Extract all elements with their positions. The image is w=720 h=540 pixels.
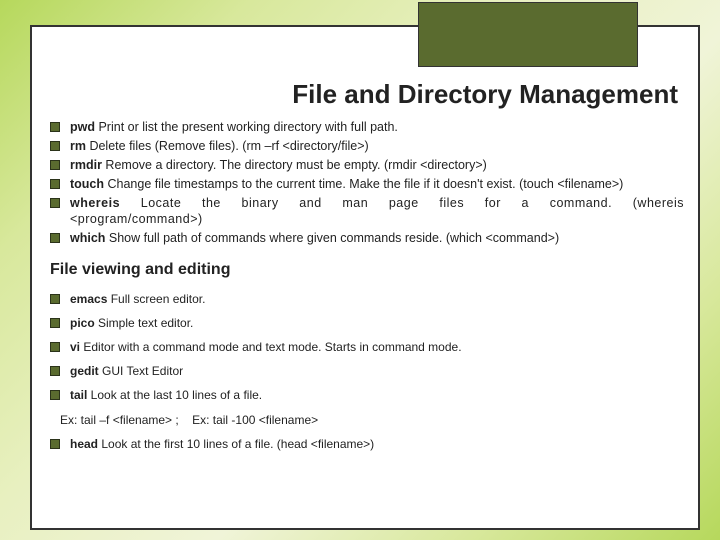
- list-item: tail Look at the last 10 lines of a file…: [50, 387, 684, 403]
- list-item: emacs Full screen editor.: [50, 291, 684, 307]
- bullet-icon: [50, 439, 60, 449]
- list-item: touch Change file timestamps to the curr…: [50, 176, 684, 193]
- command-desc: Editor with a command mode and text mode…: [80, 340, 462, 354]
- command-name: pico: [70, 316, 95, 330]
- list-item: vi Editor with a command mode and text m…: [50, 339, 684, 355]
- bullet-icon: [50, 294, 60, 304]
- section-heading: File viewing and editing: [50, 259, 684, 281]
- decorative-header-box: [418, 2, 638, 67]
- command-desc: Show full path of commands where given c…: [105, 231, 559, 245]
- section-file-viewing: emacs Full screen editor. pico Simple te…: [50, 291, 684, 452]
- command-name: rm: [70, 139, 86, 153]
- command-name: rmdir: [70, 158, 102, 172]
- list-item: whereis Locate the binary and man page f…: [50, 195, 684, 229]
- command-desc: Locate the binary and man page files for…: [70, 196, 684, 227]
- slide-content: pwd Print or list the present working di…: [50, 119, 684, 518]
- bullet-icon: [50, 233, 60, 243]
- list-item: head Look at the first 10 lines of a fil…: [50, 436, 684, 452]
- list-item: pwd Print or list the present working di…: [50, 119, 684, 136]
- command-desc: Full screen editor.: [107, 292, 205, 306]
- command-desc: Print or list the present working direct…: [95, 120, 398, 134]
- command-name: tail: [70, 388, 87, 402]
- list-item: pico Simple text editor.: [50, 315, 684, 331]
- command-name: vi: [70, 340, 80, 354]
- list-item: which Show full path of commands where g…: [50, 230, 684, 247]
- command-name: touch: [70, 177, 104, 191]
- command-desc: Change file timestamps to the current ti…: [104, 177, 623, 191]
- bullet-icon: [50, 160, 60, 170]
- slide-frame: File and Directory Management pwd Print …: [30, 25, 700, 530]
- bullet-icon: [50, 122, 60, 132]
- bullet-icon: [50, 366, 60, 376]
- command-desc: Remove a directory. The directory must b…: [102, 158, 487, 172]
- command-name: pwd: [70, 120, 95, 134]
- command-name: head: [70, 437, 98, 451]
- bullet-icon: [50, 198, 60, 208]
- command-desc: Simple text editor.: [95, 316, 194, 330]
- bullet-icon: [50, 141, 60, 151]
- command-name: emacs: [70, 292, 107, 306]
- example-text: Ex: tail –f <filename> ; Ex: tail -100 <…: [60, 412, 684, 428]
- bullet-icon: [50, 318, 60, 328]
- bullet-icon: [50, 342, 60, 352]
- command-name: whereis: [70, 196, 120, 210]
- slide-title: File and Directory Management: [32, 79, 688, 110]
- list-item: rm Delete files (Remove files). (rm –rf …: [50, 138, 684, 155]
- list-item: gedit GUI Text Editor: [50, 363, 684, 379]
- command-desc: Look at the last 10 lines of a file.: [87, 388, 262, 402]
- command-desc: Look at the first 10 lines of a file. (h…: [98, 437, 374, 451]
- section-file-directory: pwd Print or list the present working di…: [50, 119, 684, 247]
- bullet-icon: [50, 390, 60, 400]
- command-desc: GUI Text Editor: [99, 364, 183, 378]
- command-name: gedit: [70, 364, 99, 378]
- bullet-icon: [50, 179, 60, 189]
- list-item: rmdir Remove a directory. The directory …: [50, 157, 684, 174]
- command-name: which: [70, 231, 105, 245]
- command-desc: Delete files (Remove files). (rm –rf <di…: [86, 139, 369, 153]
